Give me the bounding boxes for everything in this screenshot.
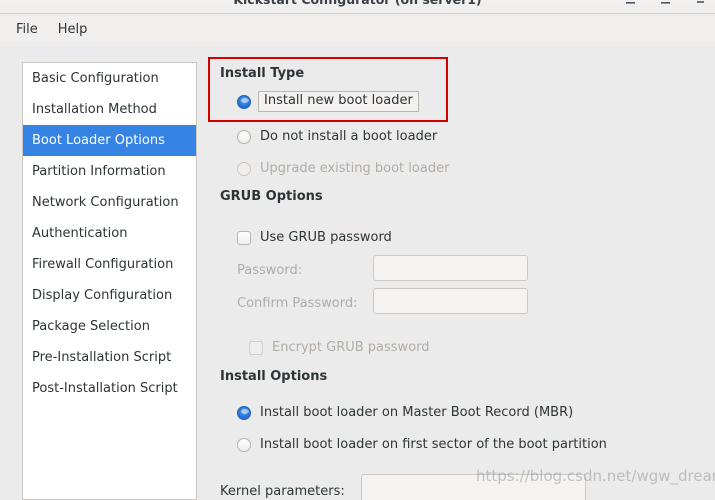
radio-indicator-icon — [237, 161, 251, 176]
radio-label: Install new boot loader — [258, 91, 419, 113]
checkbox-indicator-icon — [237, 230, 251, 245]
sidebar-item-display-configuration[interactable]: Display Configuration — [23, 280, 196, 311]
checkbox-use-grub-password[interactable]: Use GRUB password — [237, 230, 392, 245]
radio-upgrade-existing-boot-loader: Upgrade existing boot loader — [237, 161, 449, 176]
minimize-button[interactable] — [624, 0, 637, 7]
sidebar-item-firewall-configuration[interactable]: Firewall Configuration — [23, 249, 196, 280]
boot-loader-options-pane: Install Type Install new boot loader Do … — [208, 44, 715, 500]
sidebar-nav-list[interactable]: Basic Configuration Installation Method … — [22, 62, 197, 500]
checkbox-label: Use GRUB password — [260, 230, 392, 245]
sidebar-item-pre-installation-script[interactable]: Pre-Installation Script — [23, 342, 196, 373]
radio-do-not-install-boot-loader[interactable]: Do not install a boot loader — [237, 129, 437, 144]
sidebar-item-installation-method[interactable]: Installation Method — [23, 94, 196, 125]
sidebar-item-partition-information[interactable]: Partition Information — [23, 156, 196, 187]
radio-install-on-boot-partition[interactable]: Install boot loader on first sector of t… — [237, 437, 607, 452]
confirm-password-input[interactable] — [373, 288, 528, 314]
confirm-password-label: Confirm Password: — [237, 296, 358, 311]
grub-options-heading: GRUB Options — [220, 189, 323, 204]
radio-install-on-mbr[interactable]: Install boot loader on Master Boot Recor… — [237, 405, 573, 420]
window-controls — [624, 0, 707, 14]
maximize-button[interactable] — [659, 0, 672, 7]
install-type-heading: Install Type — [220, 66, 305, 81]
radio-install-new-boot-loader[interactable]: Install new boot loader — [237, 91, 419, 113]
sidebar-item-boot-loader-options[interactable]: Boot Loader Options — [23, 125, 196, 156]
radio-label: Install boot loader on first sector of t… — [260, 437, 607, 452]
menu-file[interactable]: File — [8, 19, 46, 40]
radio-indicator-icon — [237, 437, 251, 452]
checkbox-indicator-icon — [249, 340, 263, 355]
password-input[interactable] — [373, 255, 528, 281]
radio-indicator-icon — [237, 129, 251, 144]
sidebar-item-basic-configuration[interactable]: Basic Configuration — [23, 63, 196, 94]
checkbox-encrypt-grub-password: Encrypt GRUB password — [249, 340, 430, 355]
radio-label: Install boot loader on Master Boot Recor… — [260, 405, 574, 420]
sidebar-item-package-selection[interactable]: Package Selection — [23, 311, 196, 342]
menu-help[interactable]: Help — [50, 19, 96, 40]
kernel-parameters-input[interactable] — [361, 474, 586, 500]
menubar: File Help — [0, 16, 715, 42]
sidebar-item-authentication[interactable]: Authentication — [23, 218, 196, 249]
radio-indicator-icon — [237, 94, 251, 109]
radio-label: Upgrade existing boot loader — [260, 161, 450, 176]
sidebar-item-network-configuration[interactable]: Network Configuration — [23, 187, 196, 218]
sidebar-item-post-installation-script[interactable]: Post-Installation Script — [23, 373, 196, 404]
radio-indicator-icon — [237, 405, 251, 420]
close-button[interactable] — [694, 0, 707, 7]
checkbox-label: Encrypt GRUB password — [272, 340, 430, 355]
radio-label: Do not install a boot loader — [260, 129, 438, 144]
window-title: Kickstart Configurator (on server1) — [233, 0, 481, 7]
window-titlebar: Kickstart Configurator (on server1) — [0, 0, 715, 14]
install-options-heading: Install Options — [220, 369, 328, 384]
main-content: Basic Configuration Installation Method … — [0, 44, 715, 500]
password-label: Password: — [237, 263, 303, 278]
kernel-parameters-label: Kernel parameters: — [220, 484, 345, 499]
